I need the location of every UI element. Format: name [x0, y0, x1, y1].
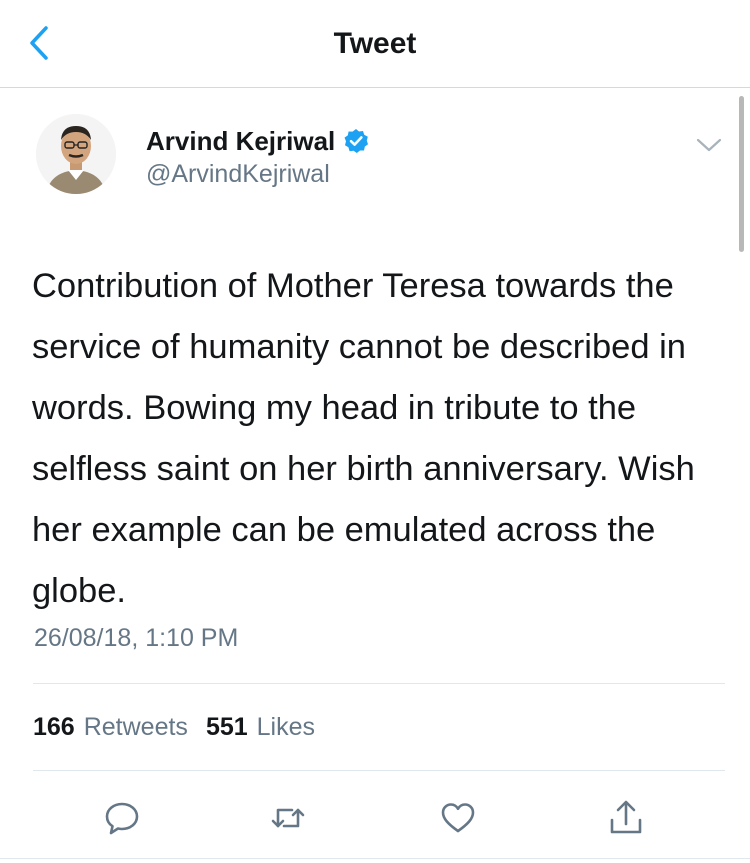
profile-photo	[36, 114, 116, 194]
action-bar	[0, 786, 750, 846]
tweet-stats: 166 Retweets 551 Likes	[33, 711, 333, 743]
avatar[interactable]	[36, 114, 116, 194]
retweets-label[interactable]: Retweets	[84, 711, 188, 743]
divider	[0, 858, 750, 859]
verified-badge-icon	[343, 128, 369, 154]
chevron-down-icon	[696, 138, 722, 152]
divider	[33, 770, 725, 771]
likes-count[interactable]: 551	[206, 711, 248, 743]
share-icon	[610, 800, 642, 834]
retweet-icon	[271, 808, 305, 828]
tweet-text: Contribution of Mother Teresa towards th…	[32, 267, 695, 610]
author-handle[interactable]: @ArvindKejriwal	[146, 158, 330, 190]
heart-icon	[441, 803, 475, 833]
reply-icon	[105, 802, 139, 835]
likes-label[interactable]: Likes	[257, 711, 315, 743]
author-name-row[interactable]: Arvind Kejriwal	[146, 124, 369, 158]
retweet-button[interactable]	[266, 796, 310, 840]
tweet-options-button[interactable]	[694, 134, 724, 156]
reply-button[interactable]	[100, 796, 144, 840]
retweets-count[interactable]: 166	[33, 711, 75, 743]
tweet-timestamp: 26/08/18, 1:10 PM	[34, 624, 239, 652]
scrollbar[interactable]	[739, 96, 744, 252]
author-name[interactable]: Arvind Kejriwal	[146, 125, 335, 157]
share-button[interactable]	[604, 796, 648, 840]
divider	[33, 683, 725, 684]
page-title: Tweet	[333, 27, 417, 60]
navigation-bar: Tweet	[0, 0, 750, 88]
like-button[interactable]	[436, 796, 480, 840]
